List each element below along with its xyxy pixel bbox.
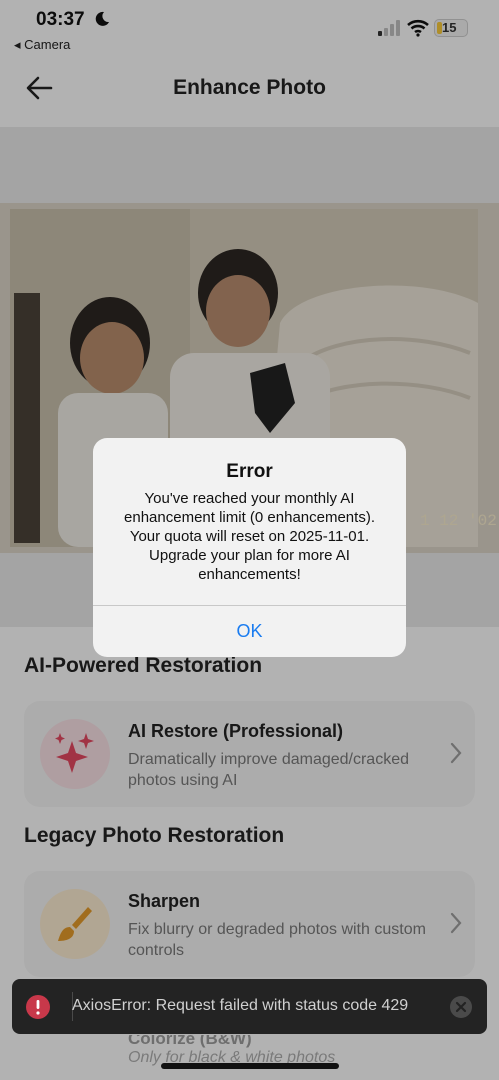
error-toast: AxiosError: Request failed with status c… — [12, 979, 487, 1034]
close-icon[interactable] — [450, 996, 472, 1018]
dialog-message: You've reached your monthly AI enhanceme… — [124, 490, 375, 583]
error-dialog: Error You've reached your monthly AI enh… — [93, 438, 406, 657]
home-indicator[interactable] — [161, 1063, 339, 1069]
dialog-title: Error — [226, 461, 273, 482]
ok-button[interactable]: OK — [93, 606, 406, 657]
error-icon — [26, 995, 50, 1019]
toast-message: AxiosError: Request failed with status c… — [72, 997, 409, 1014]
